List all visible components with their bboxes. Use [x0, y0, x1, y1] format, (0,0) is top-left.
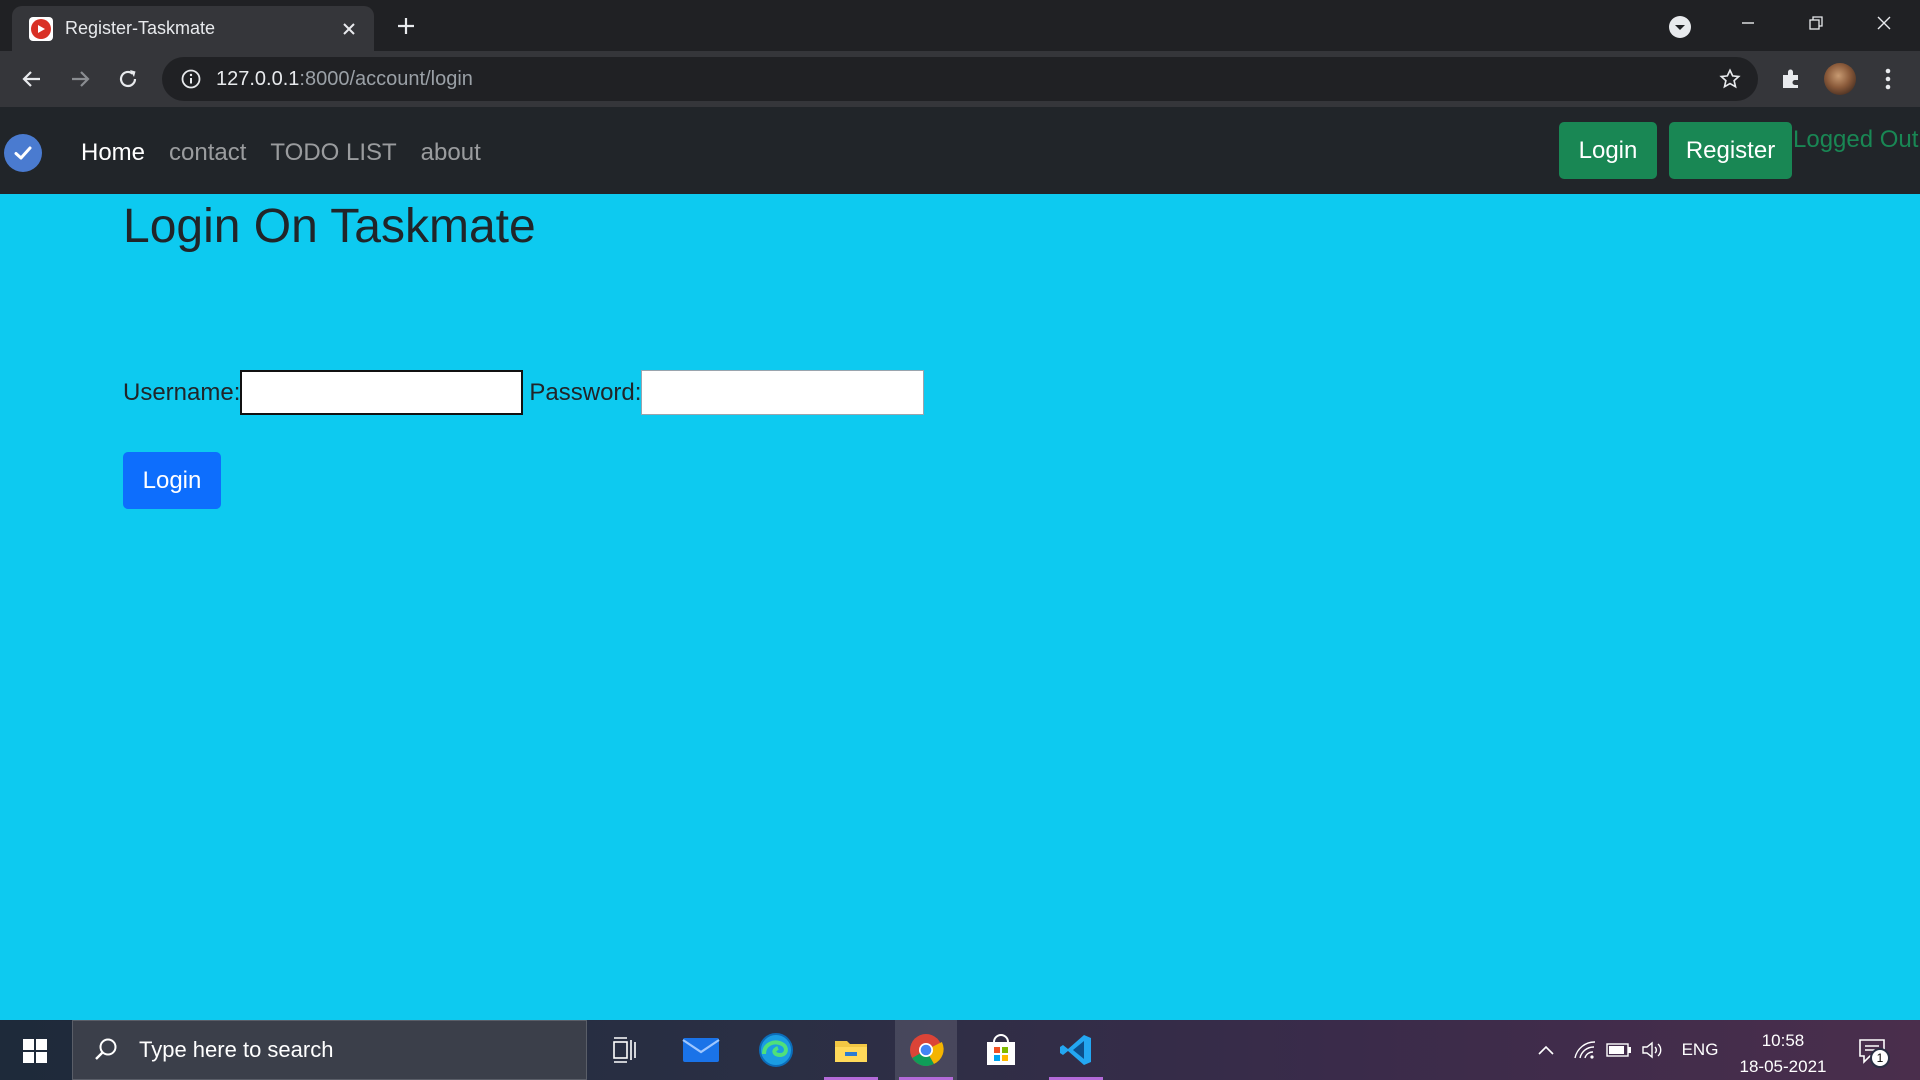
- taskbar-search-box[interactable]: Type here to search: [72, 1020, 587, 1080]
- windows-start-icon[interactable]: [14, 1034, 56, 1068]
- tab-search-icon[interactable]: [1666, 13, 1694, 41]
- nav-links: Home contact TODO LIST about: [81, 135, 481, 171]
- task-view-icon[interactable]: [594, 1020, 656, 1080]
- username-label: Username:: [123, 378, 241, 406]
- url-path: :8000/account/login: [299, 67, 473, 90]
- credentials-row: Username: Password:: [123, 370, 925, 415]
- close-tab-icon[interactable]: [338, 18, 360, 40]
- new-tab-icon[interactable]: [392, 12, 420, 40]
- youtube-favicon-icon: [29, 16, 53, 41]
- browser-toolbar: 127.0.0.1:8000/account/login: [0, 51, 1920, 107]
- address-bar[interactable]: 127.0.0.1:8000/account/login: [162, 57, 1758, 101]
- url-host: 127.0.0.1: [216, 67, 300, 90]
- vscode-icon[interactable]: [1045, 1020, 1107, 1080]
- nav-link-todo-list[interactable]: TODO LIST: [270, 135, 396, 171]
- windows-taskbar: Type here to search ENG 10:58 18-05-2021…: [0, 1020, 1920, 1080]
- file-explorer-icon[interactable]: [820, 1020, 882, 1080]
- restore-icon[interactable]: [1796, 8, 1836, 38]
- close-window-icon[interactable]: [1864, 8, 1904, 38]
- search-icon: [91, 1035, 121, 1065]
- edge-browser-icon[interactable]: [745, 1020, 807, 1080]
- browser-tab-strip: Register-Taskmate: [0, 0, 1920, 51]
- system-clock[interactable]: 10:58 18-05-2021: [1728, 1028, 1838, 1080]
- input-language[interactable]: ENG: [1680, 1020, 1720, 1080]
- notification-count-badge: 1: [1870, 1048, 1890, 1068]
- login-submit-button[interactable]: Login: [123, 452, 221, 509]
- checkmark-logo-icon[interactable]: [4, 134, 42, 172]
- chrome-icon[interactable]: [895, 1020, 957, 1080]
- profile-avatar[interactable]: [1824, 63, 1856, 95]
- site-navbar: Home contact TODO LIST about Login Regis…: [0, 107, 1920, 194]
- reload-icon[interactable]: [112, 63, 144, 95]
- battery-icon[interactable]: [1604, 1020, 1634, 1080]
- forward-arrow-icon[interactable]: [64, 63, 96, 95]
- browser-tab[interactable]: Register-Taskmate: [12, 6, 374, 51]
- nav-link-contact[interactable]: contact: [169, 135, 246, 171]
- nav-link-home[interactable]: Home: [81, 135, 145, 171]
- extensions-puzzle-icon[interactable]: [1775, 63, 1807, 95]
- taskbar-search-placeholder: Type here to search: [139, 1037, 334, 1062]
- tab-title: Register-Taskmate: [65, 18, 216, 38]
- username-input[interactable]: [240, 370, 524, 415]
- microsoft-store-icon[interactable]: [970, 1020, 1032, 1080]
- site-info-icon[interactable]: [180, 68, 202, 90]
- menu-kebab-icon[interactable]: [1872, 63, 1904, 95]
- notification-center-icon[interactable]: 1: [1854, 1034, 1890, 1068]
- login-status-text: Logged Out: [1793, 126, 1919, 153]
- page-title: Login On Taskmate: [123, 200, 536, 253]
- mail-icon[interactable]: [670, 1020, 732, 1080]
- clock-date: 18-05-2021: [1739, 1057, 1827, 1076]
- clock-time: 10:58: [1761, 1031, 1805, 1050]
- show-hidden-icons-chevron-icon[interactable]: [1532, 1020, 1560, 1080]
- password-input[interactable]: [641, 370, 925, 415]
- volume-icon[interactable]: [1638, 1020, 1668, 1080]
- wifi-icon[interactable]: [1570, 1020, 1600, 1080]
- nav-login-button[interactable]: Login: [1559, 122, 1657, 179]
- back-arrow-icon[interactable]: [16, 63, 48, 95]
- nav-register-button[interactable]: Register: [1669, 122, 1792, 179]
- nav-link-about[interactable]: about: [421, 135, 481, 171]
- bookmark-star-icon[interactable]: [1718, 67, 1742, 91]
- password-label: Password:: [529, 378, 642, 406]
- minimize-icon[interactable]: [1728, 8, 1768, 38]
